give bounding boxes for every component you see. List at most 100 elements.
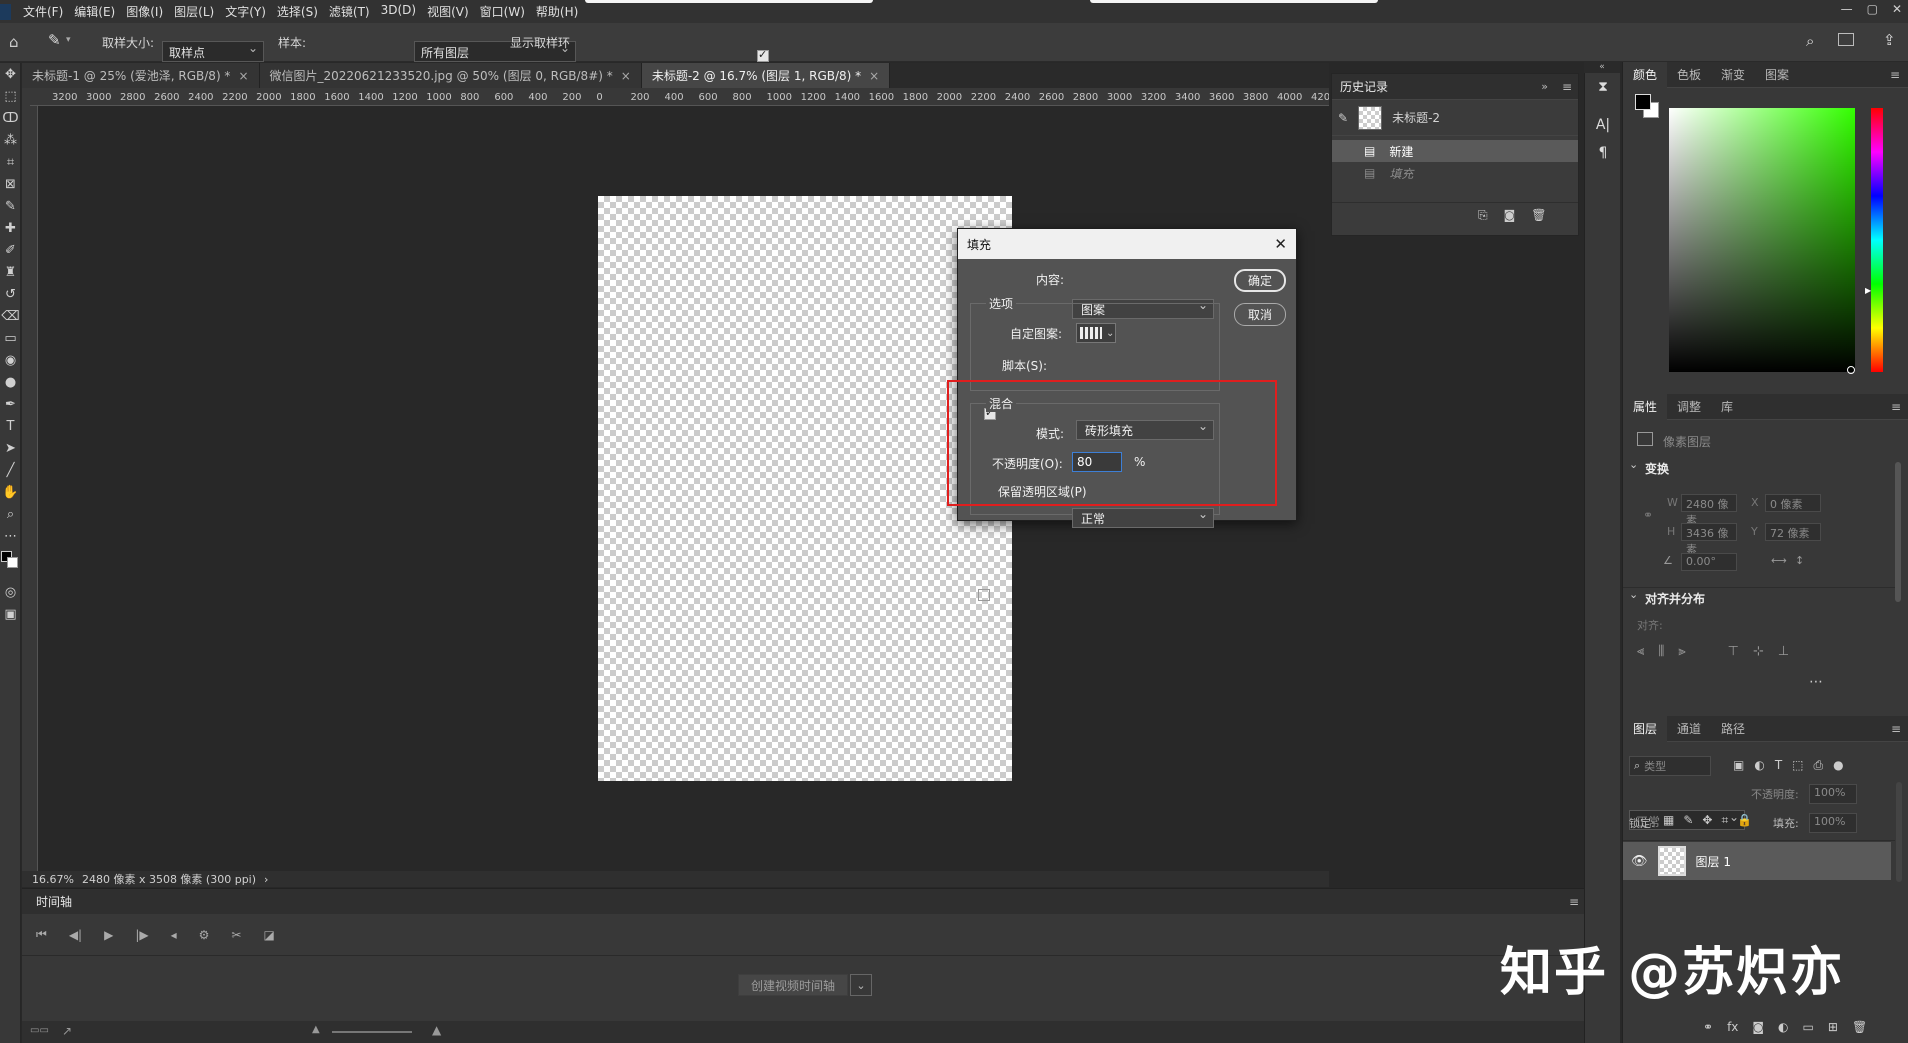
horizontal-ruler[interactable]: 3200 3000 2800 2600 2400 2200 2000 1800 1600 1400…: [30, 88, 1329, 106]
align-right-icon[interactable]: ⫸: [1678, 644, 1685, 659]
align-section-title[interactable]: 对齐并分布: [1645, 590, 1705, 607]
restore-icon[interactable]: ▢: [1867, 2, 1878, 16]
tab-adjustments[interactable]: 调整: [1667, 394, 1711, 420]
chevron-down-icon[interactable]: ⌄: [1629, 458, 1638, 471]
eyedropper-icon[interactable]: ✎: [0, 195, 21, 217]
custom-pattern-picker[interactable]: ⌄: [1076, 323, 1116, 343]
eraser-tool-icon[interactable]: ⌫: [0, 305, 21, 327]
align-middle-v-icon[interactable]: ⊹: [1753, 644, 1764, 659]
collapse-dock-icon[interactable]: «: [1584, 62, 1620, 73]
lock-all-icon[interactable]: 🔒: [1737, 813, 1752, 828]
line-tool-icon[interactable]: ╱: [0, 459, 21, 481]
zoom-out-mountain-icon[interactable]: ▲: [312, 1024, 320, 1035]
show-sampling-ring-checkbox[interactable]: [757, 48, 769, 62]
layers-scrollbar[interactable]: [1896, 782, 1902, 882]
transition-icon[interactable]: ◪: [263, 928, 274, 942]
doc-tab-1[interactable]: 未标题-1 @ 25% (爱池泽, RGB/8) * ×: [22, 63, 260, 88]
audio-icon[interactable]: ◂: [171, 928, 177, 942]
mode-select[interactable]: 正常: [1072, 507, 1214, 528]
menu-image[interactable]: 图像(I): [126, 3, 163, 20]
align-top-icon[interactable]: ⊤: [1728, 644, 1739, 659]
status-chevron-icon[interactable]: ›: [264, 873, 268, 886]
collapse-panel-icon[interactable]: »: [1541, 80, 1548, 93]
vertical-ruler[interactable]: [22, 106, 38, 871]
share-icon[interactable]: ⇪: [1883, 31, 1896, 49]
tool-preset-chevron-icon[interactable]: ▾: [66, 35, 71, 45]
tab-libraries[interactable]: 库: [1711, 394, 1743, 420]
quick-mask-icon[interactable]: ◎: [0, 581, 21, 603]
filter-type-icon[interactable]: T: [1775, 758, 1782, 773]
home-icon[interactable]: ⌂: [9, 33, 19, 51]
clone-stamp-icon[interactable]: ♜: [0, 261, 21, 283]
lock-artboard-icon[interactable]: ⌗: [1721, 813, 1728, 828]
menu-help[interactable]: 帮助(H): [536, 3, 578, 20]
dialog-titlebar[interactable]: 填充 ✕: [958, 229, 1296, 259]
layer-style-fx-icon[interactable]: fx: [1727, 1020, 1738, 1034]
prev-frame-icon[interactable]: ◀|: [69, 928, 82, 942]
tab-gradients[interactable]: 渐变: [1711, 62, 1755, 88]
x-field[interactable]: 0 像素: [1765, 494, 1821, 512]
history-step[interactable]: ▤ 填充: [1332, 162, 1578, 184]
paragraph-panel-icon[interactable]: ¶: [1585, 139, 1621, 167]
tab-patterns[interactable]: 图案: [1755, 62, 1799, 88]
filter-pixel-icon[interactable]: ▣: [1733, 758, 1744, 773]
angle-field[interactable]: 0.00°: [1681, 553, 1737, 571]
visibility-eye-icon[interactable]: 👁: [1631, 854, 1648, 869]
pen-tool-icon[interactable]: ✒: [0, 393, 21, 415]
align-bottom-icon[interactable]: ⊥: [1778, 644, 1789, 659]
workspace-icon[interactable]: [1838, 33, 1854, 46]
split-scissors-icon[interactable]: ✂: [231, 928, 241, 942]
crop-tool-icon[interactable]: ⌗: [0, 151, 21, 173]
panel-menu-icon[interactable]: ≡: [1562, 80, 1572, 94]
settings-gear-icon[interactable]: ⚙: [199, 928, 210, 942]
delete-trash-icon[interactable]: 🗑: [1531, 208, 1546, 223]
first-frame-icon[interactable]: ⏮: [36, 927, 47, 942]
layer-filter-select[interactable]: ⌕ 类型: [1629, 756, 1711, 776]
search-icon[interactable]: ⌕: [1806, 32, 1814, 50]
panel-menu-icon[interactable]: ≡: [1891, 400, 1901, 414]
snapshot-camera-icon[interactable]: ◙: [1504, 208, 1516, 223]
filter-smart-icon[interactable]: ⎙: [1814, 758, 1824, 773]
tab-color[interactable]: 颜色: [1623, 61, 1668, 88]
hue-slider[interactable]: [1871, 108, 1883, 372]
lock-transparency-icon[interactable]: ▦: [1663, 813, 1674, 828]
tab-channels[interactable]: 通道: [1667, 716, 1711, 742]
zoom-in-mountain-icon[interactable]: ▲: [432, 1023, 441, 1037]
gradient-tool-icon[interactable]: ▭: [0, 327, 21, 349]
cancel-button[interactable]: 取消: [1234, 303, 1286, 326]
hand-tool-icon[interactable]: ✋: [0, 481, 21, 503]
eyedropper-tool-icon[interactable]: ✎: [48, 31, 61, 49]
filter-adjustment-icon[interactable]: ◐: [1754, 758, 1764, 773]
close-tab-icon[interactable]: ×: [621, 69, 631, 83]
move-tool-icon[interactable]: ✥: [0, 63, 21, 85]
menu-layer[interactable]: 图层(L): [174, 3, 214, 20]
add-mask-icon[interactable]: ◙: [1752, 1020, 1764, 1034]
tab-paths[interactable]: 路径: [1711, 716, 1755, 742]
dodge-tool-icon[interactable]: ●: [0, 371, 21, 393]
menu-type[interactable]: 文字(Y): [225, 3, 266, 20]
character-panel-icon[interactable]: A|: [1585, 111, 1621, 139]
layer-row[interactable]: 👁 图层 1: [1623, 842, 1891, 880]
menu-select[interactable]: 选择(S): [277, 3, 318, 20]
history-step[interactable]: ▤ 新建: [1332, 140, 1578, 162]
history-snapshot[interactable]: ✎ 未标题-2: [1332, 100, 1578, 136]
path-selection-icon[interactable]: ➤: [0, 437, 21, 459]
history-title[interactable]: 历史记录: [1340, 78, 1388, 95]
timeline-zoom-slider[interactable]: [332, 1031, 412, 1033]
width-field[interactable]: 2480 像素: [1681, 494, 1737, 527]
lock-position-icon[interactable]: ✥: [1702, 813, 1712, 828]
play-icon[interactable]: ▶: [104, 928, 113, 942]
align-left-icon[interactable]: ⫷: [1637, 644, 1644, 659]
new-document-from-state-icon[interactable]: ⎘: [1478, 208, 1488, 223]
doc-tab-3[interactable]: 未标题-2 @ 16.7% (图层 1, RGB/8) * ×: [641, 63, 891, 88]
frame-mode-icon[interactable]: ▭▭: [30, 1025, 49, 1036]
chevron-down-icon[interactable]: ⌄: [1629, 588, 1638, 601]
marquee-tool-icon[interactable]: ⬚: [0, 85, 21, 107]
close-window-icon[interactable]: ✕: [1892, 2, 1902, 16]
menu-view[interactable]: 视图(V): [427, 3, 469, 20]
height-field[interactable]: 3436 像素: [1681, 523, 1737, 556]
layer-opacity-field[interactable]: 100%: [1809, 784, 1857, 804]
minimize-icon[interactable]: —: [1841, 2, 1853, 16]
filter-shape-icon[interactable]: ⬚: [1792, 758, 1803, 773]
new-group-folder-icon[interactable]: ▭: [1803, 1020, 1814, 1034]
